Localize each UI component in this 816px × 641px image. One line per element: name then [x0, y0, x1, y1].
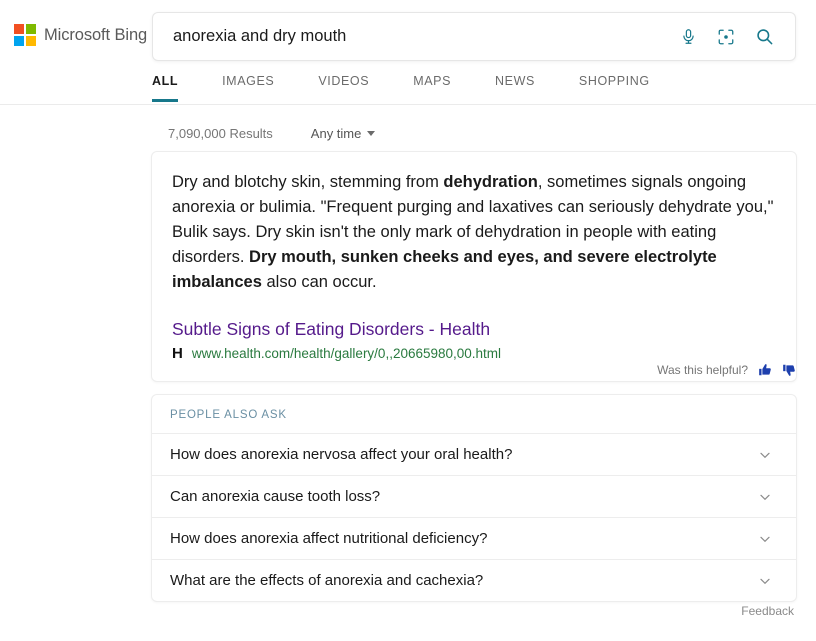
was-this-helpful-row: Was this helpful?: [657, 363, 796, 377]
search-actions: [675, 24, 795, 50]
answer-part-1: dehydration: [443, 173, 538, 191]
time-filter-label: Any time: [310, 126, 362, 141]
answer-paragraph: Dry and blotchy skin, stemming from dehy…: [172, 170, 776, 295]
chevron-down-icon[interactable]: [756, 488, 774, 506]
paa-item-0[interactable]: How does anorexia nervosa affect your or…: [152, 433, 796, 475]
paa-item-1[interactable]: Can anorexia cause tooth loss?: [152, 475, 796, 517]
thumbs-up-icon[interactable]: [758, 363, 772, 377]
microphone-icon[interactable]: [675, 24, 701, 50]
search-icon[interactable]: [751, 24, 777, 50]
result-url-line: H www.health.com/health/gallery/0,,20665…: [172, 346, 776, 361]
chevron-down-icon[interactable]: [756, 446, 774, 464]
microsoft-logo-icon: [14, 24, 36, 46]
time-filter-dropdown[interactable]: Any time: [311, 126, 376, 141]
bing-logo-link[interactable]: Microsoft Bing: [14, 24, 147, 46]
result-url[interactable]: www.health.com/health/gallery/0,,2066598…: [192, 346, 501, 361]
site-favicon-icon: H: [172, 345, 183, 362]
tab-all[interactable]: ALL: [152, 66, 179, 102]
paa-question-1: Can anorexia cause tooth loss?: [170, 488, 381, 505]
paa-question-3: What are the effects of anorexia and cac…: [170, 572, 484, 589]
paa-question-2: How does anorexia affect nutritional def…: [170, 530, 488, 547]
answer-part-0: Dry and blotchy skin, stemming from: [172, 173, 444, 191]
logo-square-yellow: [26, 36, 36, 46]
tab-videos[interactable]: VIDEOS: [318, 66, 369, 102]
search-input[interactable]: [153, 13, 675, 60]
helpful-label: Was this helpful?: [657, 363, 748, 377]
chevron-down-icon: [367, 131, 376, 136]
result-title-link[interactable]: Subtle Signs of Eating Disorders - Healt…: [172, 318, 776, 340]
tab-shopping[interactable]: SHOPPING: [579, 66, 650, 102]
feedback-link[interactable]: Feedback: [741, 604, 794, 618]
answer-part-4: also can occur.: [261, 273, 377, 291]
thumbs-down-icon[interactable]: [782, 363, 796, 377]
logo-square-blue: [14, 36, 24, 46]
brand-name: Microsoft Bing: [44, 25, 148, 44]
answer-part-3: Dry mouth, sunken cheeks and eyes, and s…: [172, 248, 717, 291]
search-box[interactable]: [152, 12, 796, 61]
search-verticals-bar: ALL IMAGES VIDEOS MAPS NEWS SHOPPING: [0, 66, 816, 105]
people-also-ask-header: PEOPLE ALSO ASK: [170, 409, 287, 421]
chevron-down-icon[interactable]: [756, 530, 774, 548]
paa-question-0: How does anorexia nervosa affect your or…: [170, 446, 513, 463]
paa-item-3[interactable]: What are the effects of anorexia and cac…: [152, 559, 796, 601]
paa-item-2[interactable]: How does anorexia affect nutritional def…: [152, 517, 796, 559]
results-meta-row: 7,090,000 Results Any time: [168, 126, 376, 141]
tab-list: ALL IMAGES VIDEOS MAPS NEWS SHOPPING: [152, 66, 650, 102]
answer-card: Dry and blotchy skin, stemming from dehy…: [151, 151, 797, 382]
tab-images[interactable]: IMAGES: [222, 66, 274, 102]
visual-search-icon[interactable]: [713, 24, 739, 50]
tab-news[interactable]: NEWS: [495, 66, 535, 102]
people-also-ask-card: PEOPLE ALSO ASK How does anorexia nervos…: [151, 394, 797, 602]
logo-square-orange: [14, 24, 24, 34]
page-header: Microsoft Bing: [0, 0, 816, 66]
results-count: 7,090,000 Results: [168, 126, 273, 141]
chevron-down-icon[interactable]: [756, 572, 774, 590]
logo-square-green: [26, 24, 36, 34]
tab-maps[interactable]: MAPS: [413, 66, 451, 102]
